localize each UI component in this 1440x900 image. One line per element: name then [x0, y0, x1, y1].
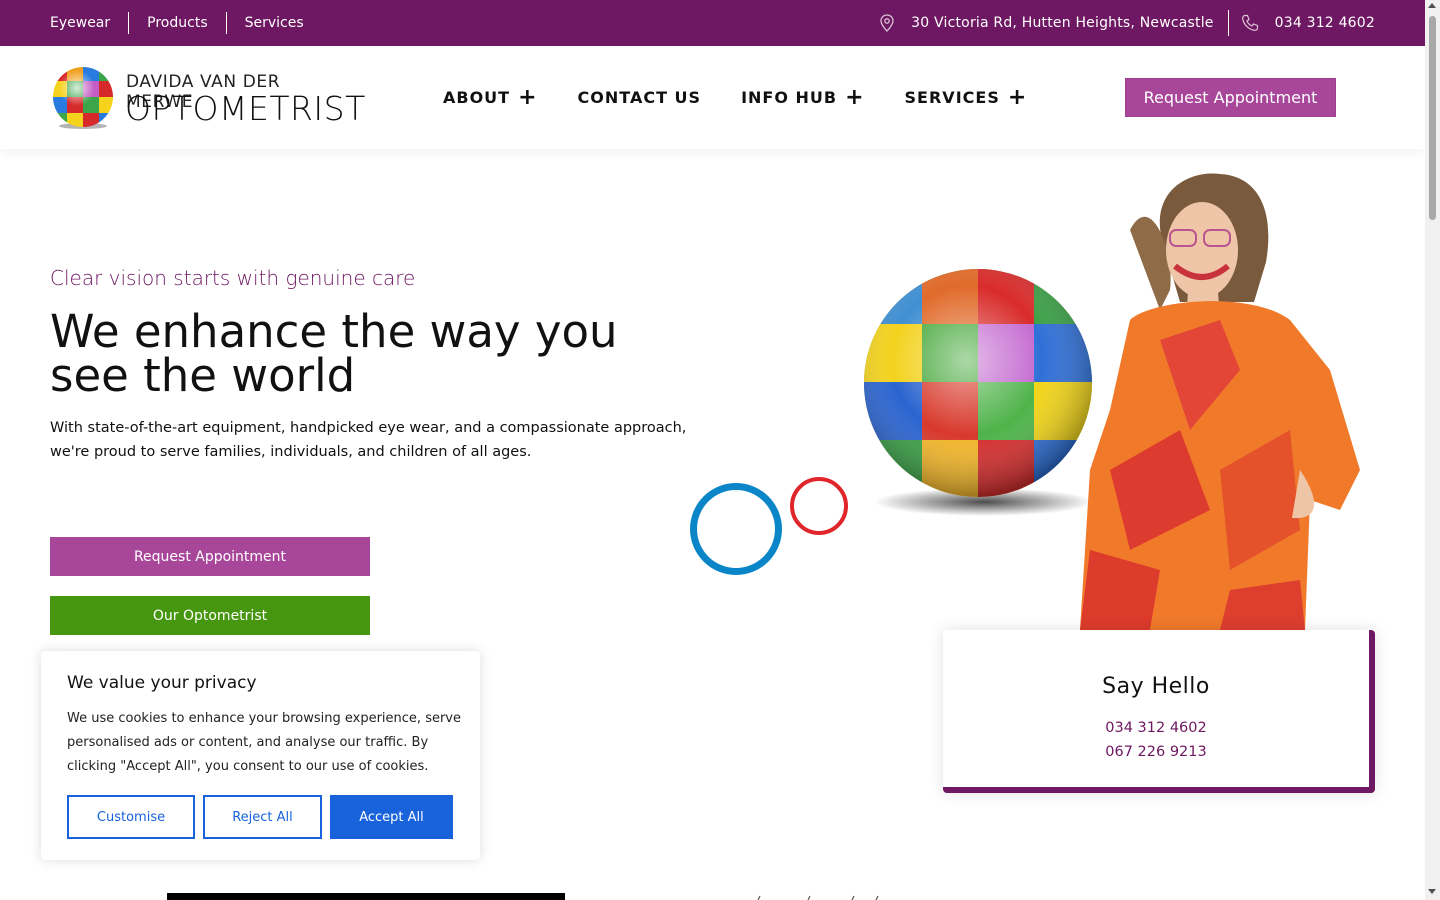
hero-tagline: Clear vision starts with genuine care: [50, 266, 416, 290]
top-contact: 30 Victoria Rd, Hutten Heights, Newcastl…: [879, 0, 1375, 46]
phone-icon: [1241, 14, 1258, 31]
plus-icon[interactable]: +: [1008, 86, 1027, 109]
top-link-products[interactable]: Products: [128, 12, 225, 34]
nav-about-label: ABOUT: [443, 88, 511, 107]
address-text: 30 Victoria Rd, Hutten Heights, Newcastl…: [911, 15, 1214, 31]
say-hello-phone-1[interactable]: 034 312 4602: [943, 716, 1369, 740]
next-section-marks: [757, 895, 879, 900]
site-logo[interactable]: DAVIDA VAN DER MERWE OPTOMETRIST: [51, 65, 365, 133]
next-section-edge: [167, 893, 565, 900]
plus-icon[interactable]: +: [845, 86, 864, 109]
address-link[interactable]: 30 Victoria Rd, Hutten Heights, Newcastl…: [879, 14, 1213, 32]
cookie-reject-button[interactable]: Reject All: [203, 795, 322, 839]
top-link-eyewear[interactable]: Eyewear: [50, 12, 128, 34]
scroll-down-arrow-icon[interactable]: [1428, 889, 1436, 894]
location-pin-icon: [880, 14, 894, 32]
logo-line-title: OPTOMETRIST: [125, 89, 366, 128]
phone-text: 034 312 4602: [1274, 15, 1375, 31]
top-link-services[interactable]: Services: [225, 12, 322, 34]
request-appointment-button[interactable]: Request Appointment: [50, 537, 370, 576]
site-header: DAVIDA VAN DER MERWE OPTOMETRIST ABOUT + …: [0, 46, 1425, 149]
top-bar: Eyewear Products Services 30 Victoria Rd…: [0, 0, 1425, 46]
hero-headline: We enhance the way you see the world: [50, 305, 618, 402]
cookie-consent-banner: We value your privacy We use cookies to …: [41, 651, 480, 860]
decorative-red-ring: [790, 477, 848, 535]
say-hello-card: Say Hello 034 312 4602 067 226 9213: [943, 630, 1375, 793]
decorative-blue-ring: [690, 483, 782, 575]
nav-info-hub-label: INFO HUB: [741, 88, 838, 107]
nav-services[interactable]: SERVICES +: [904, 86, 1028, 109]
nav-info-hub[interactable]: INFO HUB +: [741, 86, 864, 109]
nav-services-label: SERVICES: [904, 88, 1000, 107]
cookie-title: We value your privacy: [67, 673, 257, 693]
contact-divider: [1227, 10, 1229, 36]
our-optometrist-button[interactable]: Our Optometrist: [50, 596, 370, 635]
optometrist-photo: [1080, 173, 1360, 630]
nav-contact-us[interactable]: CONTACT US: [578, 88, 702, 107]
top-links: Eyewear Products Services: [50, 0, 322, 46]
cookie-body: We use cookies to enhance your browsing …: [67, 711, 461, 774]
cookie-accept-button[interactable]: Accept All: [330, 795, 453, 839]
cookie-customise-button[interactable]: Customise: [67, 795, 195, 839]
plus-icon[interactable]: +: [518, 86, 537, 109]
nav-contact-label: CONTACT US: [577, 88, 702, 107]
hero-intro: With state-of-the-art equipment, handpic…: [50, 420, 687, 460]
phone-link[interactable]: 034 312 4602: [1241, 14, 1375, 32]
scroll-up-arrow-icon[interactable]: [1428, 3, 1436, 8]
header-request-appointment-button[interactable]: Request Appointment: [1125, 78, 1336, 117]
colorful-sphere-image: [864, 269, 1094, 516]
scroll-thumb[interactable]: [1429, 16, 1436, 220]
logo-sphere-icon: [53, 67, 113, 129]
say-hello-phone-2[interactable]: 067 226 9213: [943, 740, 1369, 764]
main-nav: ABOUT + CONTACT US INFO HUB + SERVICES +: [443, 46, 1067, 149]
nav-about[interactable]: ABOUT +: [443, 86, 538, 109]
page-scrollbar[interactable]: [1425, 0, 1440, 900]
say-hello-title: Say Hello: [1102, 674, 1210, 699]
